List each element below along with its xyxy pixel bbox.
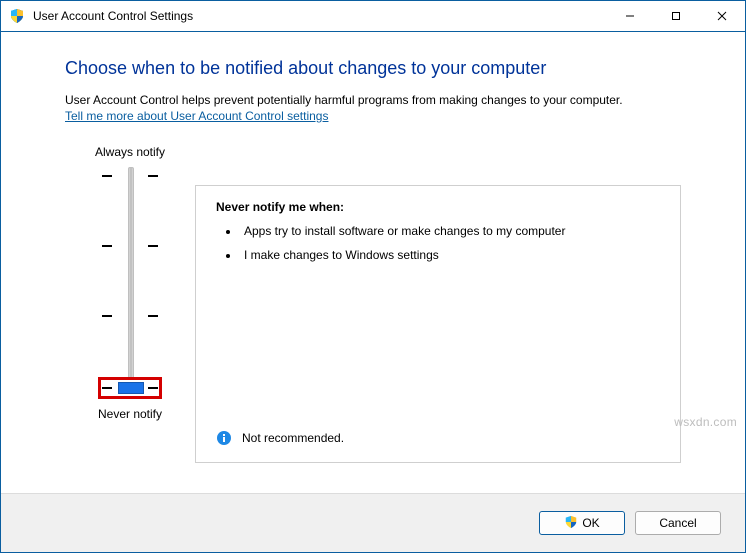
watermark: wsxdn.com [674, 415, 737, 429]
notification-level-slider[interactable] [102, 167, 158, 397]
info-icon [216, 430, 232, 446]
page-title: Choose when to be notified about changes… [65, 58, 681, 79]
bullet-item: Apps try to install software or make cha… [240, 224, 660, 238]
uac-shield-icon [9, 8, 25, 24]
uac-shield-icon [564, 515, 578, 532]
slider-thumb[interactable] [118, 382, 144, 394]
description-panel: Never notify me when: Apps try to instal… [195, 185, 681, 463]
window-title: User Account Control Settings [33, 9, 193, 23]
titlebar: User Account Control Settings [1, 1, 745, 32]
uac-settings-window: User Account Control Settings Choose whe… [0, 0, 746, 553]
cancel-button-label: Cancel [659, 516, 696, 530]
dialog-footer: OK Cancel [1, 493, 745, 552]
ok-button[interactable]: OK [539, 511, 625, 535]
learn-more-link[interactable]: Tell me more about User Account Control … [65, 109, 328, 123]
ok-button-label: OK [582, 516, 599, 530]
panel-title: Never notify me when: [216, 200, 660, 214]
slider-label-bottom: Never notify [65, 407, 195, 421]
close-button[interactable] [699, 1, 745, 31]
bullet-item: I make changes to Windows settings [240, 248, 660, 262]
slider-label-top: Always notify [65, 145, 195, 159]
content-area: Choose when to be notified about changes… [1, 32, 745, 493]
recommendation-text: Not recommended. [242, 431, 344, 445]
intro-text: User Account Control helps prevent poten… [65, 93, 681, 107]
minimize-button[interactable] [607, 1, 653, 31]
slider-column: Always notify Never notify [65, 145, 195, 463]
recommendation-row: Not recommended. [216, 430, 660, 446]
cancel-button[interactable]: Cancel [635, 511, 721, 535]
maximize-button[interactable] [653, 1, 699, 31]
